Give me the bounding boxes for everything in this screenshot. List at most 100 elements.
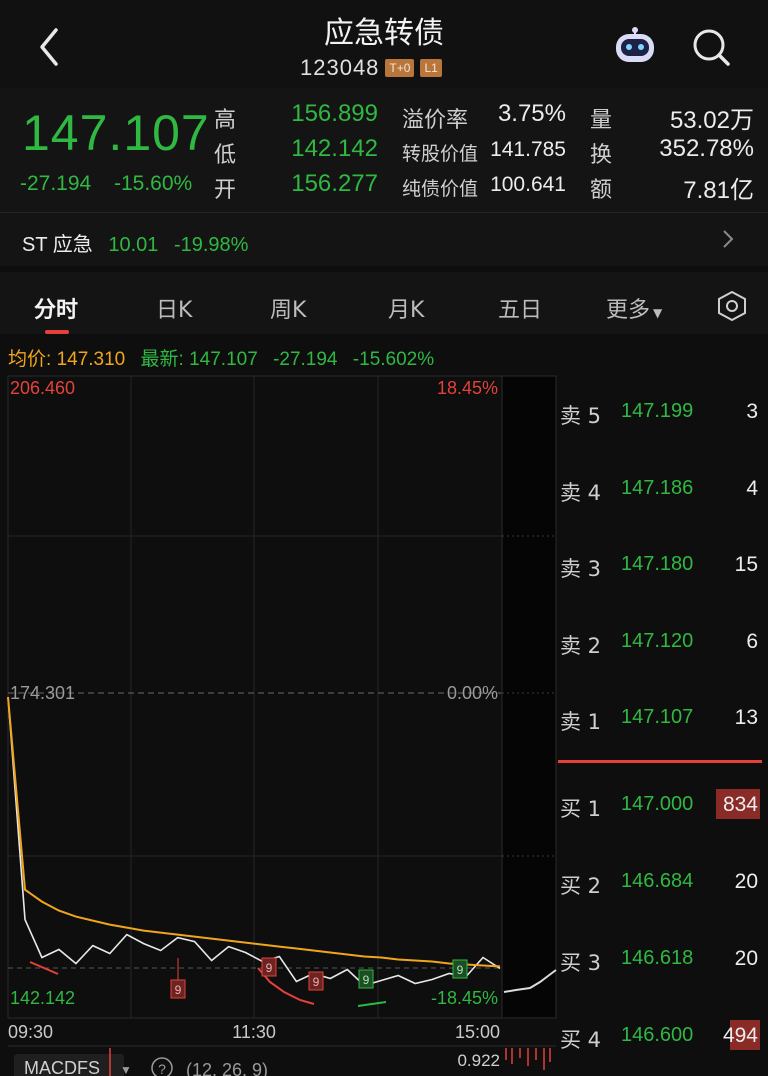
tab-five-day[interactable]: 五日: [498, 292, 542, 324]
latest-label: 最新:: [140, 349, 184, 370]
tab-monthly-k[interactable]: 月K: [388, 292, 424, 324]
chart-frame: [7, 375, 503, 1019]
chevron-right-icon[interactable]: [720, 228, 736, 250]
tab-more[interactable]: 更多 ▼: [606, 292, 662, 324]
intraday-chart[interactable]: 9 9 9 9 9 206.460 18.45% 174.301 0.00% 1…: [0, 370, 560, 1076]
after-hours-panel: [501, 375, 557, 1019]
active-tab-indicator: [45, 330, 69, 334]
dropdown-icon: ▼: [653, 306, 663, 320]
bid-volume: 20: [734, 947, 758, 970]
turnover-label: 换: [590, 143, 613, 168]
turnover-value: 352.78%: [659, 135, 754, 162]
bid-volume: 834: [722, 793, 758, 816]
ask-price: 147.199: [621, 400, 694, 422]
premium-label: 溢价率: [402, 108, 469, 133]
code-row: 123048 T+0 L1: [300, 54, 442, 82]
pct-min-label: -18.45%: [431, 988, 498, 1008]
book-separator: [558, 760, 762, 763]
volume-value: 53.02万: [669, 107, 754, 134]
chart-info-line: 均价: 147.310 最新: 147.107 -27.194 -15.602%: [8, 344, 444, 371]
premium-value: 3.75%: [497, 100, 566, 127]
ask-row-4[interactable]: 卖 4 147.186 4: [558, 469, 768, 509]
bid-row-2[interactable]: 买 2 146.684 20: [558, 862, 768, 902]
bid-label: 买 4: [560, 1028, 602, 1052]
avg-price: 均价: 147.310: [8, 349, 125, 370]
search-icon[interactable]: [690, 26, 732, 68]
marker-1: 9: [175, 983, 182, 997]
ask-volume: 3: [746, 400, 758, 423]
robot-assistant-icon[interactable]: [612, 26, 658, 66]
ask-label: 卖 3: [560, 557, 602, 581]
y-mid-label: 174.301: [10, 683, 75, 703]
pct-max-label: 18.45%: [437, 378, 498, 398]
bid-price: 146.600: [621, 1024, 694, 1046]
underlying-name: ST 应急: [22, 234, 93, 256]
time-label-close: 15:00: [455, 1022, 500, 1042]
ask-price: 147.107: [621, 706, 694, 728]
marker-2: 9: [266, 961, 273, 975]
help-icon-glyph: ?: [158, 1061, 166, 1076]
indicator-dropdown-icon: ▼: [120, 1063, 132, 1076]
bid-volume: 494: [722, 1024, 758, 1047]
indicator-value: 0.922: [457, 1051, 500, 1070]
bond-code: 123048: [300, 55, 380, 80]
ask-label: 卖 5: [560, 404, 602, 428]
low-value: 142.142: [291, 135, 378, 162]
tag-l1: L1: [420, 59, 442, 77]
ask-row-5[interactable]: 卖 5 147.199 3: [558, 392, 768, 432]
ask-row-2[interactable]: 卖 2 147.120 6: [558, 622, 768, 662]
open-value: 156.277: [291, 170, 378, 197]
tab-daily-k[interactable]: 日K: [156, 292, 192, 324]
marker-3: 9: [313, 975, 320, 989]
settings-hexagon-icon[interactable]: [716, 290, 748, 322]
y-max-label: 206.460: [10, 378, 75, 398]
ask-volume: 13: [734, 706, 758, 729]
bond-value-label: 纯债价值: [402, 178, 479, 200]
change-value: -27.194: [20, 172, 92, 195]
high-value: 156.899: [291, 100, 378, 127]
ask-volume: 6: [746, 630, 758, 653]
ask-volume: 15: [734, 553, 758, 576]
quote-panel: 147.107 -27.194 -15.60% 高 低 开 156.899 14…: [0, 88, 768, 266]
bid-row-1[interactable]: 买 1 147.000 834: [558, 785, 768, 825]
bid-volume: 20: [734, 870, 758, 893]
tab-weekly-k[interactable]: 周K: [270, 292, 306, 324]
bid-row-4[interactable]: 买 4 146.600 494: [558, 1016, 768, 1056]
ask-volume: 4: [746, 477, 758, 500]
ask-price: 147.180: [621, 553, 694, 575]
marker-4: 9: [363, 973, 370, 987]
chart-grid: [8, 376, 502, 1018]
underlying-price: 10.01: [108, 234, 159, 256]
marker-5: 9: [457, 963, 464, 977]
ask-label: 卖 1: [560, 710, 602, 734]
top-bar: 应急转债 123048 T+0 L1: [0, 0, 768, 88]
high-label: 高: [214, 108, 237, 133]
ask-row-3[interactable]: 卖 3 147.180 15: [558, 545, 768, 585]
change-percent: -15.60%: [114, 172, 193, 195]
volume-label: 量: [590, 108, 613, 133]
tab-intraday[interactable]: 分时: [34, 292, 78, 324]
amount-label: 额: [590, 178, 613, 203]
ask-price: 147.186: [621, 477, 694, 499]
underlying-stock-row[interactable]: ST 应急 10.01 -19.98%: [22, 228, 248, 257]
indicator-params: (12, 26, 9): [186, 1060, 268, 1076]
underlying-change: -19.98%: [173, 234, 249, 256]
open-label: 开: [214, 178, 237, 203]
latest-price: 最新: 147.107: [141, 349, 258, 370]
conv-value: 141.785: [490, 138, 566, 161]
y-min-label: 142.142: [10, 988, 75, 1008]
bid-price: 146.684: [621, 870, 694, 892]
indicator-label: MACDFS: [24, 1058, 100, 1076]
avg-value: 147.310: [56, 349, 126, 370]
bid-row-3[interactable]: 买 3 146.618 20: [558, 939, 768, 979]
green-segment: [357, 1001, 387, 1007]
tab-more-label: 更多: [606, 298, 651, 323]
ask-price: 147.120: [621, 630, 694, 652]
bond-value: 100.641: [490, 173, 566, 196]
trade-markers: 9 9 9 9 9: [170, 957, 468, 999]
tag-t0: T+0: [385, 59, 415, 77]
conv-value-label: 转股价值: [402, 143, 479, 165]
ask-row-1[interactable]: 卖 1 147.107 13: [558, 698, 768, 738]
avg-label: 均价:: [8, 349, 52, 370]
latest-change-pct: -15.602%: [352, 349, 435, 370]
